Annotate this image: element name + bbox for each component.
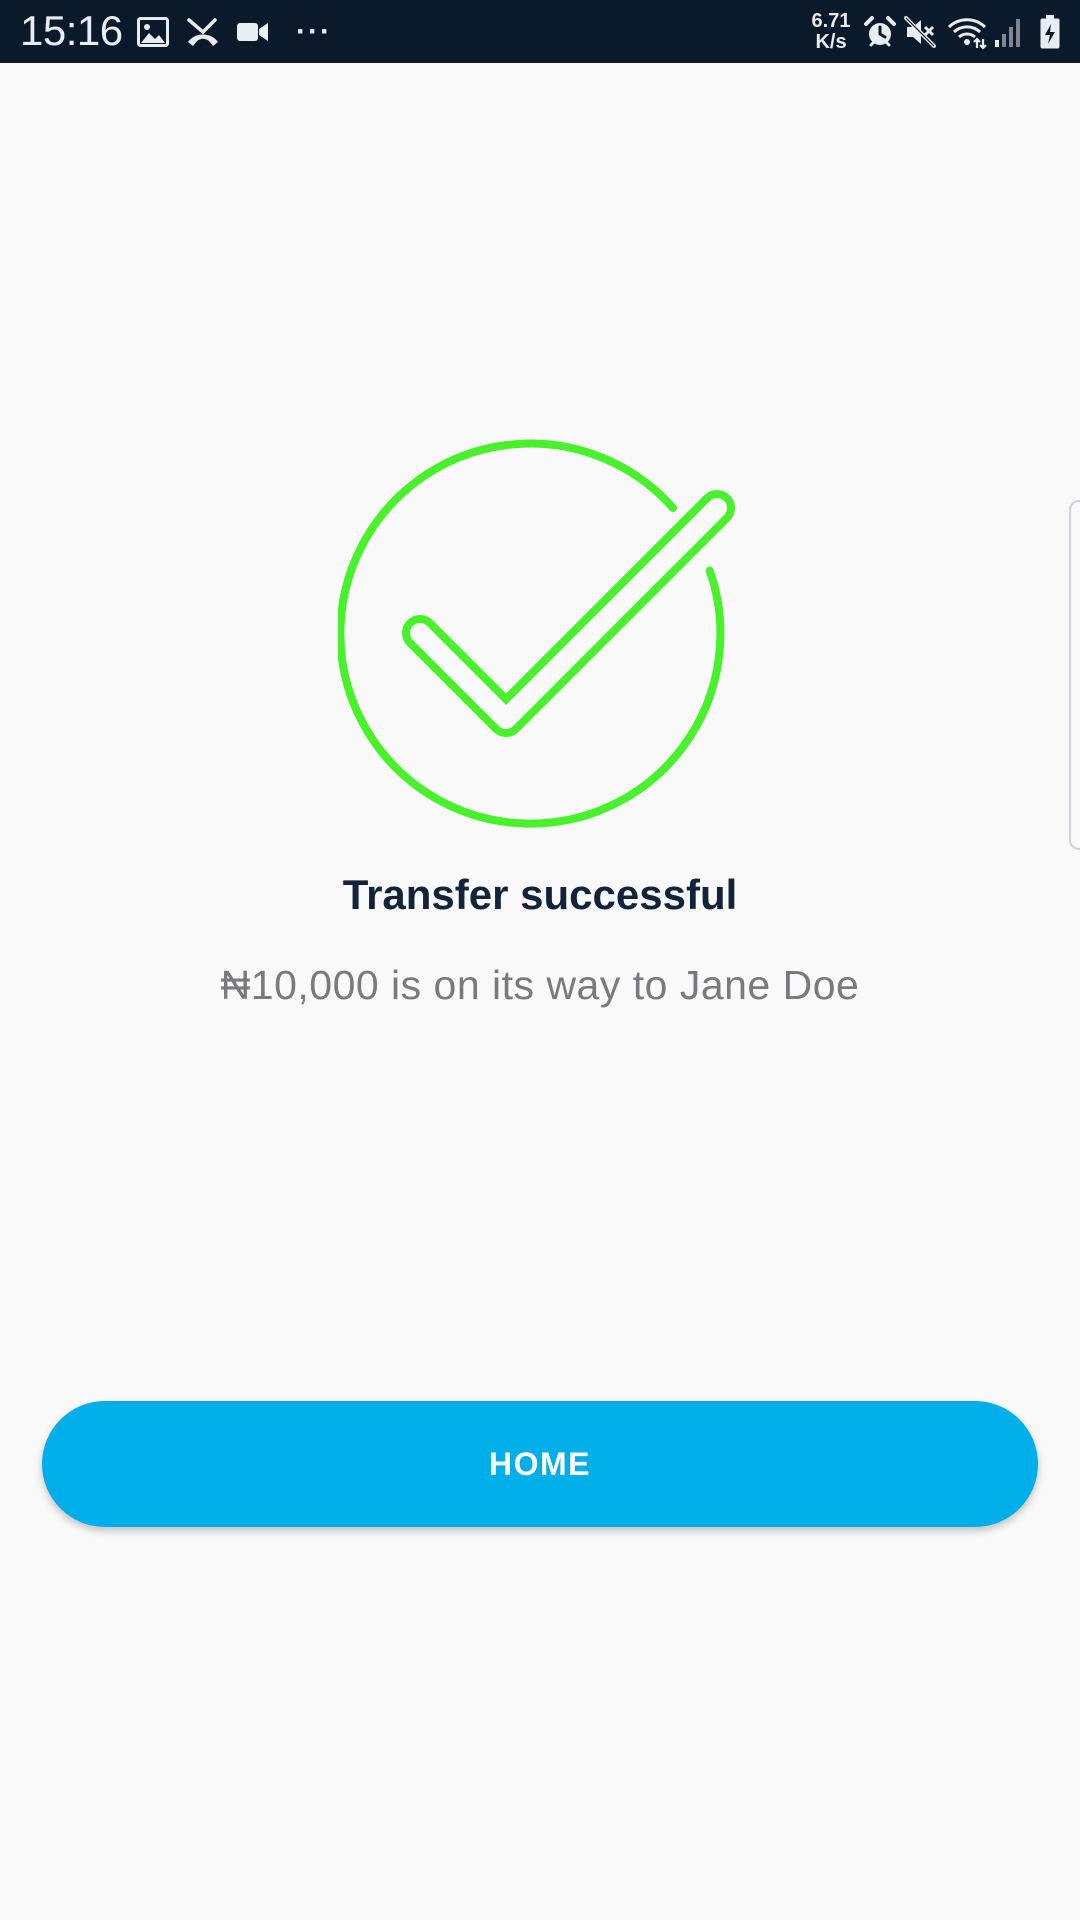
alarm-icon [862, 0, 898, 63]
mute-icon [902, 0, 938, 63]
image-icon [136, 0, 170, 63]
more-icon: ··· [296, 14, 332, 48]
status-time: 15:16 [20, 7, 123, 54]
missed-call-icon [184, 0, 222, 63]
net-speed-unit: K/s [815, 31, 847, 53]
wifi-icon [946, 0, 988, 63]
net-speed-value: 6.71 [811, 10, 851, 32]
net-speed: 6.71 K/s [806, 11, 856, 53]
status-bar: 15:16 ··· 6.71 K/s [0, 0, 1080, 63]
edge-panel-handle[interactable] [1069, 500, 1080, 850]
success-check-icon [336, 432, 738, 832]
transfer-message: ₦10,000 is on its way to Jane Doe [220, 962, 860, 1008]
video-icon [236, 0, 270, 63]
page-title: Transfer successful [342, 871, 738, 918]
home-button[interactable]: HOME [42, 1401, 1038, 1527]
battery-charging-icon [1036, 0, 1064, 63]
signal-icon [992, 0, 1026, 63]
